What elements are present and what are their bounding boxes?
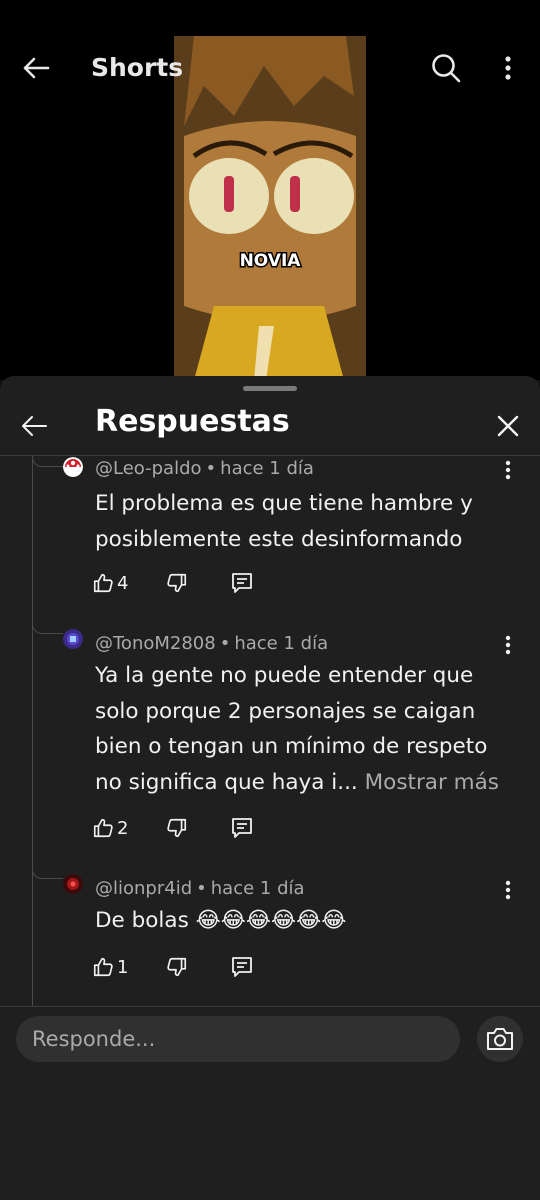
short-video-thumbnail[interactable]: NOVIA [174, 36, 366, 380]
camera-icon [487, 1028, 513, 1050]
thumbs-down-icon [167, 818, 187, 838]
comment-icon [232, 818, 252, 838]
thumbs-down-icon [167, 573, 187, 593]
comment-author[interactable]: @TonoM2808 [95, 633, 216, 654]
thumbs-up-icon [93, 957, 113, 977]
sheet-back-button[interactable] [14, 406, 54, 446]
sheet-header: Respuestas [0, 398, 540, 456]
replies-sheet: Respuestas @Leo-paldo • hace 1 día El pr… [0, 376, 540, 1200]
avatar-image [63, 874, 83, 894]
more-options-button[interactable] [492, 48, 524, 88]
comment-time: hace 1 día [234, 633, 329, 654]
back-button[interactable] [14, 48, 58, 88]
sheet-title: Respuestas [95, 404, 290, 439]
kebab-menu-icon [505, 880, 511, 900]
like-button[interactable]: 1 [92, 952, 128, 982]
dislike-button[interactable] [166, 813, 188, 843]
arrow-left-icon [22, 416, 47, 436]
camera-button[interactable] [477, 1016, 523, 1062]
thumbs-up-icon [93, 573, 113, 593]
comment-meta: @Leo-paldo • hace 1 día [95, 458, 314, 479]
comment-time: hace 1 día [210, 878, 305, 899]
comment-text: Ya la gente no puede entender que solo p… [95, 658, 515, 800]
comment-meta: @lionpr4id • hace 1 día [95, 878, 305, 899]
comment-actions: 1 [92, 952, 292, 982]
cartoon-character-image: NOVIA [174, 36, 366, 380]
reply-button[interactable] [230, 813, 254, 843]
like-count: 4 [117, 572, 129, 594]
comment-text: El problema es que tiene hambre y posibl… [95, 491, 473, 552]
avatar[interactable] [63, 457, 83, 477]
kebab-menu-icon [505, 635, 511, 655]
thread-connector [32, 456, 63, 467]
comment-icon [232, 957, 252, 977]
like-count: 1 [117, 956, 129, 978]
arrow-left-icon [23, 57, 50, 79]
comment-text: De bolas 😂😂😂😂😂😂 [95, 908, 347, 933]
comment-meta: @TonoM2808 • hace 1 día [95, 633, 329, 654]
video-area: NOVIA Shorts [0, 0, 540, 380]
page-title: Shorts [91, 53, 184, 82]
kebab-menu-icon [505, 460, 511, 480]
thread-connector [32, 868, 63, 879]
search-icon [432, 54, 461, 83]
divider [0, 455, 540, 456]
divider [0, 1006, 540, 1007]
thumbs-down-icon [167, 957, 187, 977]
thread-connector [32, 623, 63, 634]
close-button[interactable] [488, 406, 528, 446]
avatar-image [63, 629, 83, 649]
dislike-button[interactable] [166, 568, 188, 598]
comment-options-button[interactable] [496, 456, 520, 484]
like-count: 2 [117, 817, 129, 839]
like-button[interactable]: 2 [92, 813, 128, 843]
reply-button[interactable] [230, 568, 254, 598]
kebab-menu-icon [505, 56, 511, 80]
comment-actions: 4 [92, 568, 292, 598]
avatar[interactable] [63, 629, 83, 649]
drag-handle[interactable] [243, 386, 297, 391]
search-button[interactable] [424, 48, 468, 88]
avatar[interactable] [63, 874, 83, 894]
overlay-caption: NOVIA [240, 251, 302, 271]
comment-options-button[interactable] [496, 876, 520, 904]
comment-author[interactable]: @lionpr4id [95, 878, 192, 899]
comment-icon [232, 573, 252, 593]
comment-actions: 2 [92, 813, 292, 843]
thread-line [32, 456, 33, 1006]
close-icon [497, 415, 519, 437]
comment-author[interactable]: @Leo-paldo [95, 458, 202, 479]
reply-button[interactable] [230, 952, 254, 982]
like-button[interactable]: 4 [92, 568, 128, 598]
reply-input-placeholder: Responde... [32, 1027, 156, 1051]
comment-options-button[interactable] [496, 631, 520, 659]
thumbs-up-icon [93, 818, 113, 838]
show-more-link[interactable]: Mostrar más [365, 770, 499, 795]
dislike-button[interactable] [166, 952, 188, 982]
comment-time: hace 1 día [220, 458, 314, 479]
avatar-image [63, 457, 83, 477]
reply-input[interactable]: Responde... [16, 1016, 460, 1062]
